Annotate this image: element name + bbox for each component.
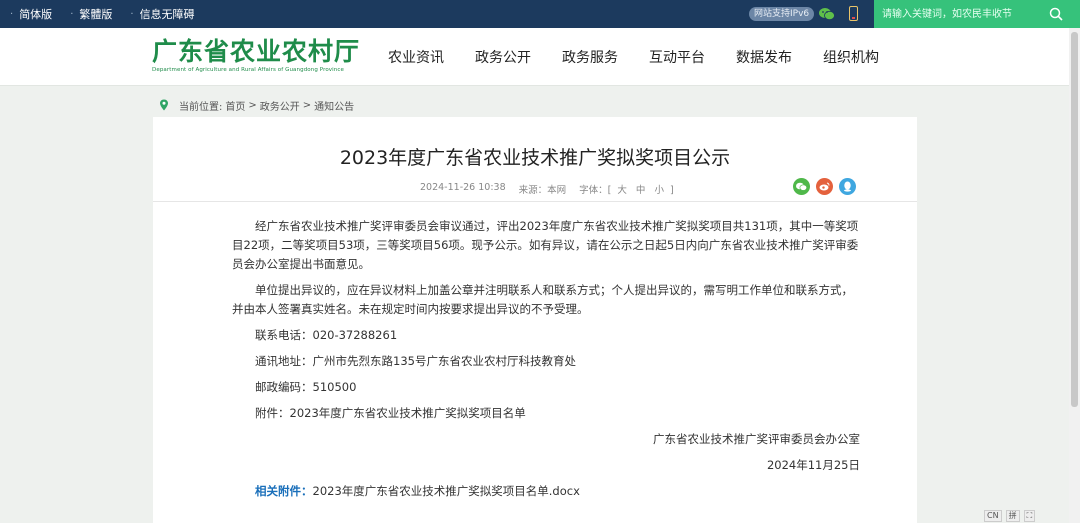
share-buttons [793,178,856,195]
main-nav: 农业资讯 政务公开 政务服务 互动平台 数据发布 组织机构 [388,28,910,86]
bullet-icon: · [130,8,134,20]
logo-english: Department of Agriculture and Rural Affa… [152,67,344,73]
attachment-note: 附件：2023年度广东省农业技术推广奖拟奖项目名单 [255,406,526,420]
page-scrollbar[interactable] [1069,28,1080,523]
scrollbar-thumb[interactable] [1071,32,1078,407]
tool-cn[interactable]: CN [984,510,1002,522]
link-traditional[interactable]: · 繁體版 [70,6,112,22]
paragraph-announcement: 经广东省农业技术推广奖评审委员会审议通过，评出2023年度广东省农业技术推广奖拟… [232,219,859,271]
font-size-small[interactable]: 小 [654,185,664,196]
nav-interaction[interactable]: 互动平台 [649,47,705,67]
paragraph-objection-rules: 单位提出异议的，应在异议材料上加盖公章并注明联系人和联系方式；个人提出异议的，需… [232,283,853,316]
tool-fullscreen-icon[interactable]: ⛶ [1023,510,1036,522]
bullet-icon: · [10,8,14,20]
article-card: 2023年度广东省农业技术推广奖拟奖项目公示 2024-11-26 10:38 … [153,117,917,523]
contact-address: 通讯地址：广州市先烈东路135号广东省农业农村厅科技教育处 [255,354,576,368]
wechat-icon[interactable] [819,7,835,21]
nav-gov-services[interactable]: 政务服务 [562,47,618,67]
sign-date: 2024年11月25日 [766,458,860,472]
search-input[interactable] [882,6,1042,22]
share-qq-icon[interactable] [839,178,856,195]
top-links: · 简体版 · 繁體版 · 信息无障碍 [10,0,195,28]
article-title: 2023年度广东省农业技术推广奖拟奖项目公示 [339,147,731,169]
breadcrumb: 当前位置: 首页 > 政务公开 > 通知公告 [159,98,357,113]
article-body: 经广东省农业技术推广奖评审委员会审议通过，评出2023年度广东省农业技术推广奖拟… [232,217,860,508]
ipv6-badge: 网站支持IPv6 [749,7,815,21]
floating-tools: CN 拼 ⛶ [984,510,1036,522]
title-divider [153,201,917,202]
nav-organization[interactable]: 组织机构 [823,47,879,67]
link-traditional-label: 繁體版 [79,8,113,21]
bullet-icon: · [70,8,74,20]
breadcrumb-separator: > [248,99,257,111]
share-wechat-icon[interactable] [793,178,810,195]
article-date: 2024-11-26 10:38 [420,182,506,193]
font-size-end: ] [670,185,674,196]
top-bar: · 简体版 · 繁體版 · 信息无障碍 网站支持IPv6 [0,0,1080,28]
breadcrumb-gov-affairs[interactable]: 政务公开 [260,98,300,113]
link-simplified[interactable]: · 简体版 [10,6,52,22]
link-accessibility-label: 信息无障碍 [139,8,195,21]
related-attachment-link[interactable]: 2023年度广东省农业技术推广奖拟奖项目名单.docx [313,484,580,498]
nav-news[interactable]: 农业资讯 [388,47,444,67]
share-weibo-icon[interactable] [816,178,833,195]
signature: 广东省农业技术推广奖评审委员会办公室 [653,432,860,446]
mobile-icon[interactable] [849,6,858,21]
related-attachment: 相关附件：2023年度广东省农业技术推广奖拟奖项目名单.docx [232,482,860,501]
font-size-large[interactable]: 大 [617,185,627,196]
breadcrumb-notices[interactable]: 通知公告 [314,98,354,113]
font-size-medium[interactable]: 中 [636,185,646,196]
article-source: 来源：本网 [518,185,567,196]
contact-phone: 联系电话：020-37288261 [255,328,398,342]
search-box [874,0,1080,28]
breadcrumb-separator: > [302,99,312,111]
nav-gov-affairs[interactable]: 政务公开 [475,47,531,67]
related-attachment-label: 相关附件： [255,484,313,498]
site-header: 广东省农业农村厅 Department of Agriculture and R… [0,28,1080,86]
font-size-control: 字体：[ 大 中 小 ] [579,182,674,196]
location-pin-icon [160,99,168,111]
breadcrumb-home[interactable]: 首页 [225,98,245,113]
link-accessibility[interactable]: · 信息无障碍 [130,6,194,22]
logo-chinese: 广东省农业农村厅 [152,37,361,66]
site-logo[interactable]: 广东省农业农村厅 Department of Agriculture and R… [152,37,361,74]
contact-postcode: 邮政编码：510500 [255,380,357,394]
article-meta: 2024-11-26 10:38 来源：本网 字体：[ 大 中 小 ] [420,182,674,196]
tool-pinyin[interactable]: 拼 [1005,510,1020,522]
link-simplified-label: 简体版 [19,8,53,21]
font-size-label: 字体：[ [579,185,612,196]
nav-data[interactable]: 数据发布 [736,47,792,67]
breadcrumb-label: 当前位置: [179,101,223,113]
search-icon[interactable] [1048,6,1064,22]
